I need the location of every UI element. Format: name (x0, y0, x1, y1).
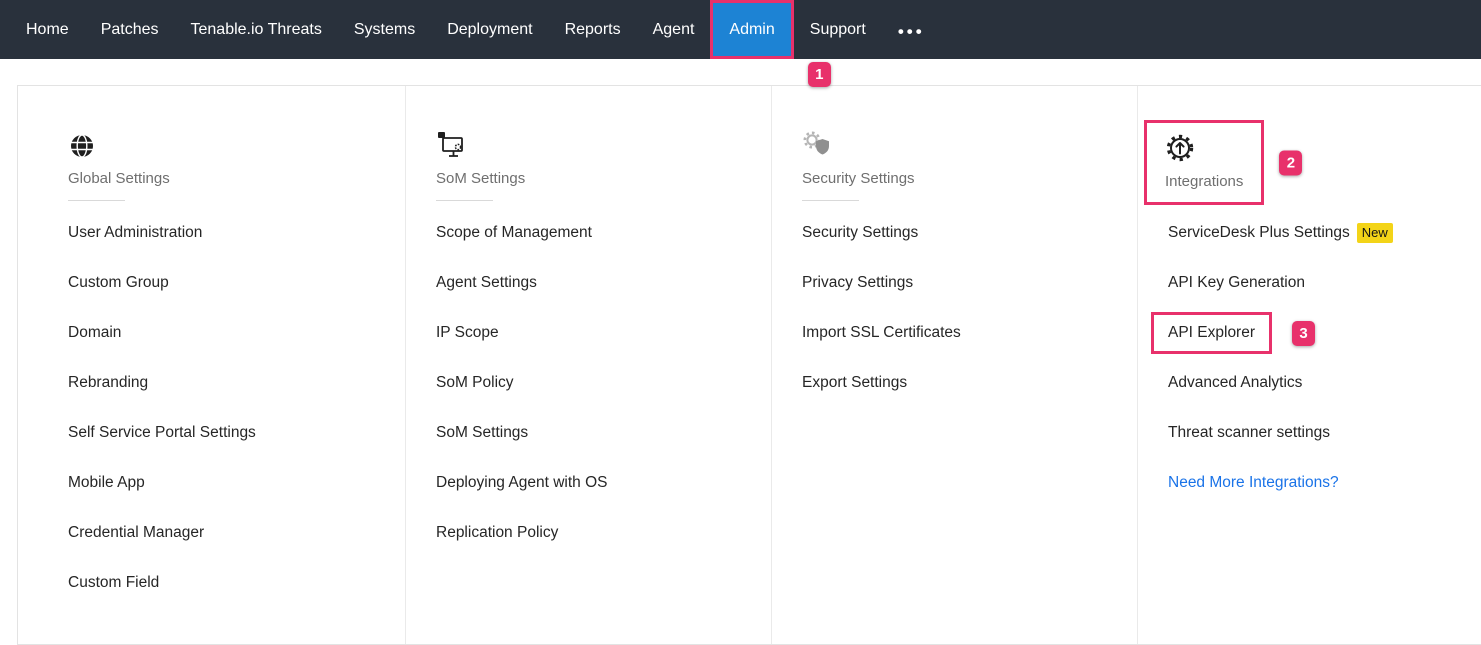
nav-more-menu[interactable]: ••• (882, 0, 941, 59)
nav-item-label: Support (810, 21, 866, 39)
som-monitor-icon (436, 130, 771, 160)
menu-item-label: API Key Generation (1168, 274, 1305, 292)
nav-item-admin[interactable]: Admin1 (710, 0, 793, 59)
menu-item-scope-of-management[interactable]: Scope of Management (436, 208, 771, 258)
menu-item-label: Export Settings (802, 374, 907, 392)
header-underline (802, 200, 859, 201)
column-security-settings: Security Settings Security Settings Privac… (771, 86, 1137, 644)
menu-item-label: API Explorer (1168, 324, 1255, 342)
nav-item-label: Patches (101, 21, 159, 39)
menu-item-label: User Administration (68, 224, 202, 242)
menu-item-agent-settings[interactable]: Agent Settings (436, 258, 771, 308)
nav-item-label: Systems (354, 21, 415, 39)
menu-item-export-settings[interactable]: Export Settings (802, 358, 1137, 408)
nav-item-patches[interactable]: Patches (85, 0, 175, 59)
annotated-header-box: Integrations2 (1144, 120, 1264, 205)
nav-item-agent[interactable]: Agent (637, 0, 711, 59)
nav-item-label: Home (26, 21, 69, 39)
column-header-security-settings: Security Settings (802, 86, 1137, 208)
menu-item-security-settings[interactable]: Security Settings (802, 208, 1137, 258)
menu-item-self-service-portal-settings[interactable]: Self Service Portal Settings (68, 408, 405, 458)
column-title: Integrations (1165, 173, 1243, 190)
menu-item-label: Domain (68, 324, 121, 342)
menu-item-som-settings[interactable]: SoM Settings (436, 408, 771, 458)
column-som-settings: SoM Settings Scope of Management Agent Set… (405, 86, 771, 644)
menu-item-label: Self Service Portal Settings (68, 424, 256, 442)
column-header-som-settings: SoM Settings (436, 86, 771, 208)
menu-item-label: SoM Settings (436, 424, 528, 442)
nav-item-label: Agent (653, 21, 695, 39)
menu-item-rebranding[interactable]: Rebranding (68, 358, 405, 408)
menu-item-mobile-app[interactable]: Mobile App (68, 458, 405, 508)
menu-item-label: Custom Group (68, 274, 169, 292)
menu-item-label: Privacy Settings (802, 274, 913, 292)
annotation-step-1-badge: 1 (808, 62, 831, 87)
column-title: Security Settings (802, 170, 1137, 187)
column-header-global-settings: Global Settings (68, 86, 405, 208)
nav-item-deployment[interactable]: Deployment (431, 0, 548, 59)
security-shield-gear-icon (802, 130, 1137, 160)
nav-item-tenable-io-threats[interactable]: Tenable.io Threats (175, 0, 338, 59)
admin-menu-panel: Global Settings User Administration Custom… (17, 85, 1481, 645)
menu-item-custom-group[interactable]: Custom Group (68, 258, 405, 308)
menu-item-label: Replication Policy (436, 524, 558, 542)
menu-item-label: Security Settings (802, 224, 918, 242)
menu-item-label: Threat scanner settings (1168, 424, 1330, 442)
menu-item-need-more-integrations[interactable]: Need More Integrations? (1168, 458, 1481, 508)
menu-item-label: Agent Settings (436, 274, 537, 292)
globe-icon (68, 130, 405, 160)
annotation-step-3-badge: 3 (1292, 321, 1315, 346)
menu-item-label: Custom Field (68, 574, 159, 592)
nav-item-reports[interactable]: Reports (549, 0, 637, 59)
menu-item-label: Deploying Agent with OS (436, 474, 607, 492)
nav-item-home[interactable]: Home (10, 0, 85, 59)
header-inner: Security Settings (802, 130, 1137, 187)
menu-item-label: Import SSL Certificates (802, 324, 961, 342)
header-inner: SoM Settings (436, 130, 771, 187)
menu-item-api-explorer[interactable]: API Explorer 3 (1168, 308, 1481, 358)
menu-item-ip-scope[interactable]: IP Scope (436, 308, 771, 358)
menu-item-import-ssl-certificates[interactable]: Import SSL Certificates (802, 308, 1137, 358)
header-inner: Global Settings (68, 130, 405, 187)
top-nav: Home Patches Tenable.io Threats Systems Depl… (0, 0, 1481, 59)
menu-item-som-policy[interactable]: SoM Policy (436, 358, 771, 408)
column-integrations: Integrations 2 ServiceDesk Plus Settings Ne… (1137, 86, 1481, 644)
integrations-gear-arrow-icon (1165, 133, 1243, 163)
column-global-settings: Global Settings User Administration Custom… (18, 86, 405, 644)
nav-item-label: Reports (565, 21, 621, 39)
menu-item-credential-manager[interactable]: Credential Manager (68, 508, 405, 558)
column-title: Global Settings (68, 170, 405, 187)
nav-item-label: Tenable.io Threats (191, 21, 322, 39)
nav-item-support[interactable]: Support (794, 0, 882, 59)
new-badge: New (1357, 223, 1393, 243)
header-underline (68, 200, 125, 201)
annotation-step-2-badge: 2 (1279, 150, 1302, 175)
menu-item-deploying-agent-with-os[interactable]: Deploying Agent with OS (436, 458, 771, 508)
menu-item-label: Advanced Analytics (1168, 374, 1302, 392)
nav-item-label: Deployment (447, 21, 532, 39)
menu-item-label: IP Scope (436, 324, 499, 342)
menu-item-threat-scanner-settings[interactable]: Threat scanner settings (1168, 408, 1481, 458)
column-header-integrations: Integrations 2 (1168, 86, 1481, 208)
menu-item-label: ServiceDesk Plus Settings (1168, 224, 1350, 242)
menu-item-label: Credential Manager (68, 524, 204, 542)
menu-item-domain[interactable]: Domain (68, 308, 405, 358)
nav-item-systems[interactable]: Systems (338, 0, 431, 59)
menu-item-privacy-settings[interactable]: Privacy Settings (802, 258, 1137, 308)
nav-item-label: Admin (729, 21, 774, 39)
annotated-item-box: API Explorer (1151, 312, 1272, 354)
menu-item-replication-policy[interactable]: Replication Policy (436, 508, 771, 558)
menu-item-label: SoM Policy (436, 374, 514, 392)
menu-item-label: Mobile App (68, 474, 145, 492)
menu-item-api-key-generation[interactable]: API Key Generation (1168, 258, 1481, 308)
menu-item-servicedesk-plus-settings[interactable]: ServiceDesk Plus Settings New (1168, 208, 1481, 258)
menu-item-advanced-analytics[interactable]: Advanced Analytics (1168, 358, 1481, 408)
menu-item-custom-field[interactable]: Custom Field (68, 558, 405, 608)
column-title: SoM Settings (436, 170, 771, 187)
menu-item-label: Scope of Management (436, 224, 592, 242)
menu-item-user-administration[interactable]: User Administration (68, 208, 405, 258)
menu-item-link-label: Need More Integrations? (1168, 474, 1339, 492)
header-underline (436, 200, 493, 201)
menu-item-label: Rebranding (68, 374, 148, 392)
